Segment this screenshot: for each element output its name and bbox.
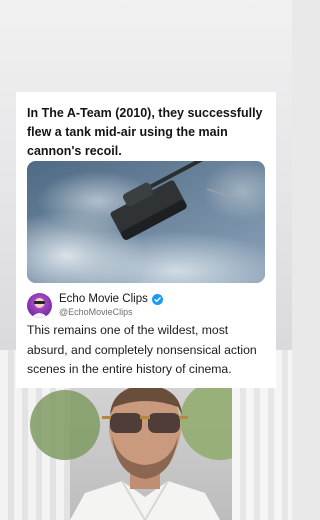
post-image[interactable] (27, 161, 265, 283)
presenter-person (70, 385, 220, 520)
tweet-card[interactable]: In The A-Team (2010), they successfully … (16, 92, 276, 388)
author-handle[interactable]: @EchoMovieClips (59, 307, 133, 317)
post-headline: In The A-Team (2010), they successfully … (27, 106, 263, 158)
author-avatar[interactable] (27, 293, 52, 318)
post-body: This remains one of the wildest, most ab… (27, 323, 257, 376)
post-author[interactable]: Echo Movie Clips @EchoMovieClips (27, 292, 265, 322)
tank-scene-image (27, 161, 265, 283)
verified-badge-icon (151, 293, 163, 305)
author-name[interactable]: Echo Movie Clips (59, 293, 148, 305)
avatar-face-icon (31, 298, 48, 318)
